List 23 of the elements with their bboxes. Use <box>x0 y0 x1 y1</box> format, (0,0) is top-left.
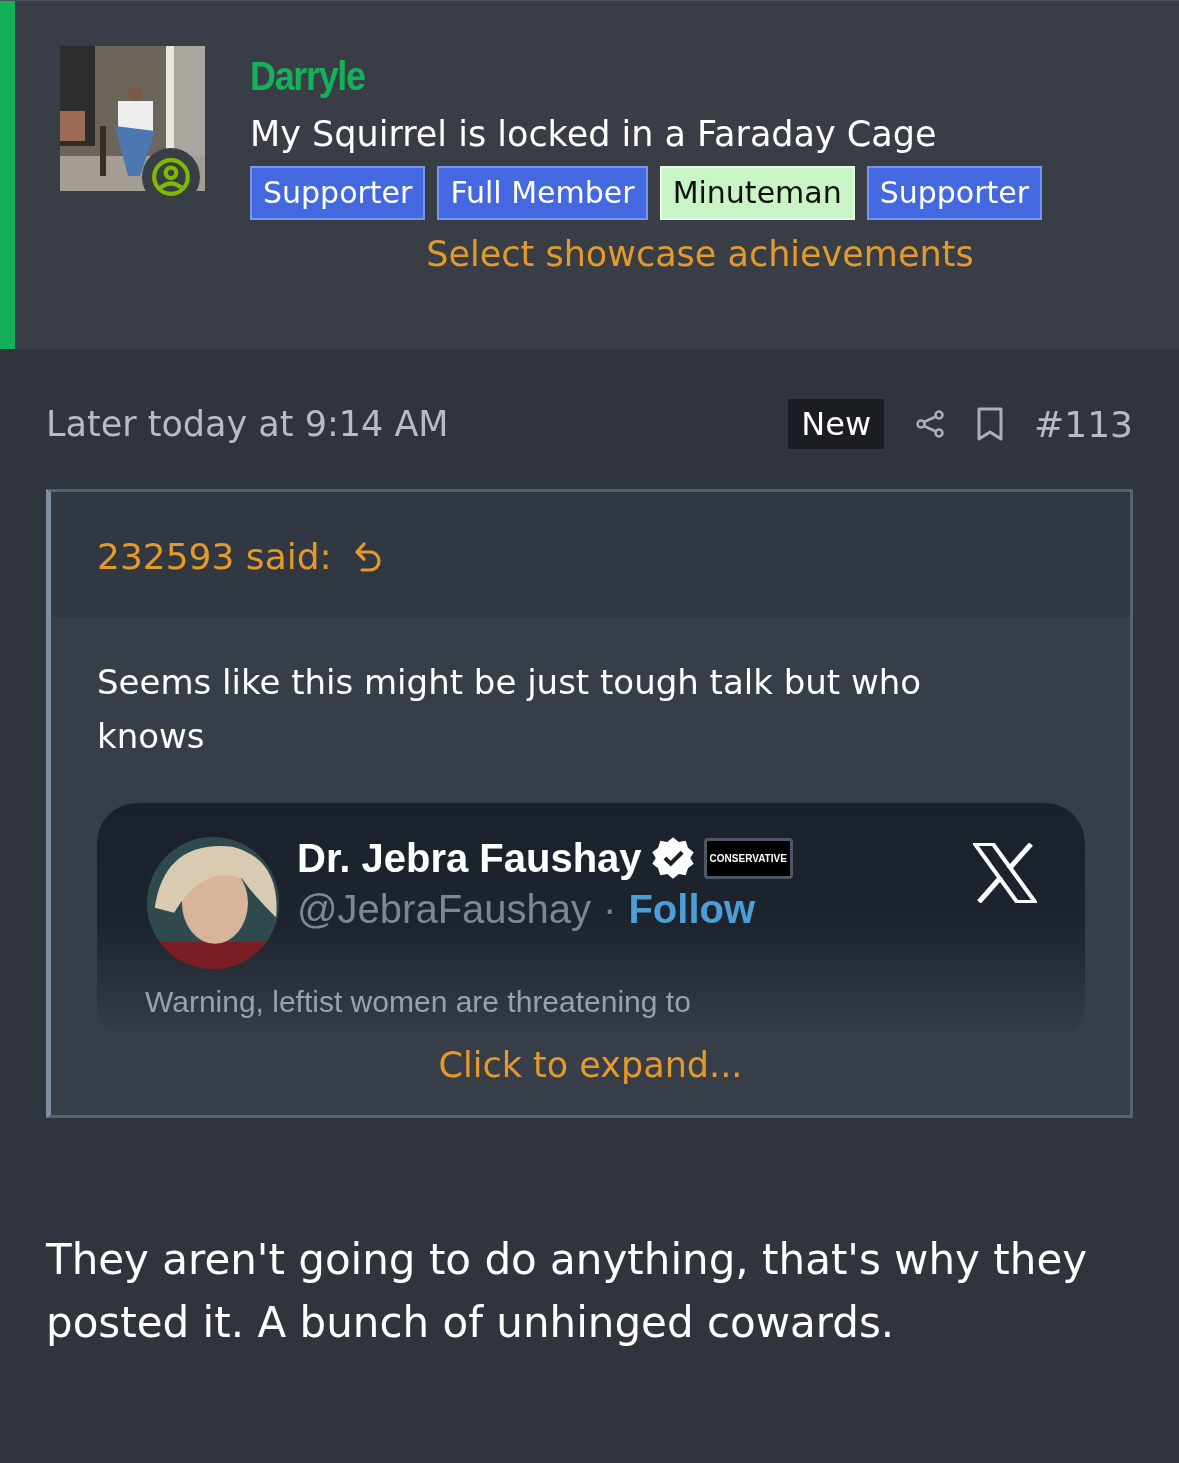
user-banner: Supporter <box>866 166 1043 220</box>
showcase-link[interactable]: Select showcase achievements <box>426 234 974 274</box>
tweet-handle[interactable]: @JebraFaushay <box>297 887 592 932</box>
post-number-link[interactable]: #113 <box>1034 403 1133 445</box>
tweet-preview-text: Warning, leftist women are threatening to <box>145 985 692 1019</box>
user-title: My Squirrel is locked in a Faraday Cage <box>250 114 938 154</box>
username-link[interactable]: Darryle <box>250 54 997 102</box>
share-icon[interactable] <box>914 408 947 440</box>
affiliate-badge: CONSERVATIVE <box>703 837 793 879</box>
tweet-author-name[interactable]: Dr. Jebra Faushay <box>297 835 642 881</box>
user-banner: Supporter <box>250 166 426 220</box>
follow-link[interactable]: Follow <box>628 887 756 932</box>
expand-link[interactable]: Click to expand... <box>438 1045 743 1085</box>
user-banner: Full Member <box>437 166 648 220</box>
new-badge: New <box>788 399 885 449</box>
user-banner: Minuteman <box>659 166 855 220</box>
post-text: They aren't going to do anything, that's why they posted it. A bunch of unhinged cowards. <box>46 1234 1089 1349</box>
quote-text: Seems like this might be just tough talk but who knows <box>97 661 923 758</box>
post-date[interactable]: Later today at 9:14 AM <box>46 404 449 444</box>
bookmark-icon[interactable] <box>976 406 1005 442</box>
quote-author-link[interactable]: 232593 said: <box>97 536 332 577</box>
separator-dot: · <box>603 887 617 932</box>
x-logo-icon[interactable] <box>973 843 1037 903</box>
